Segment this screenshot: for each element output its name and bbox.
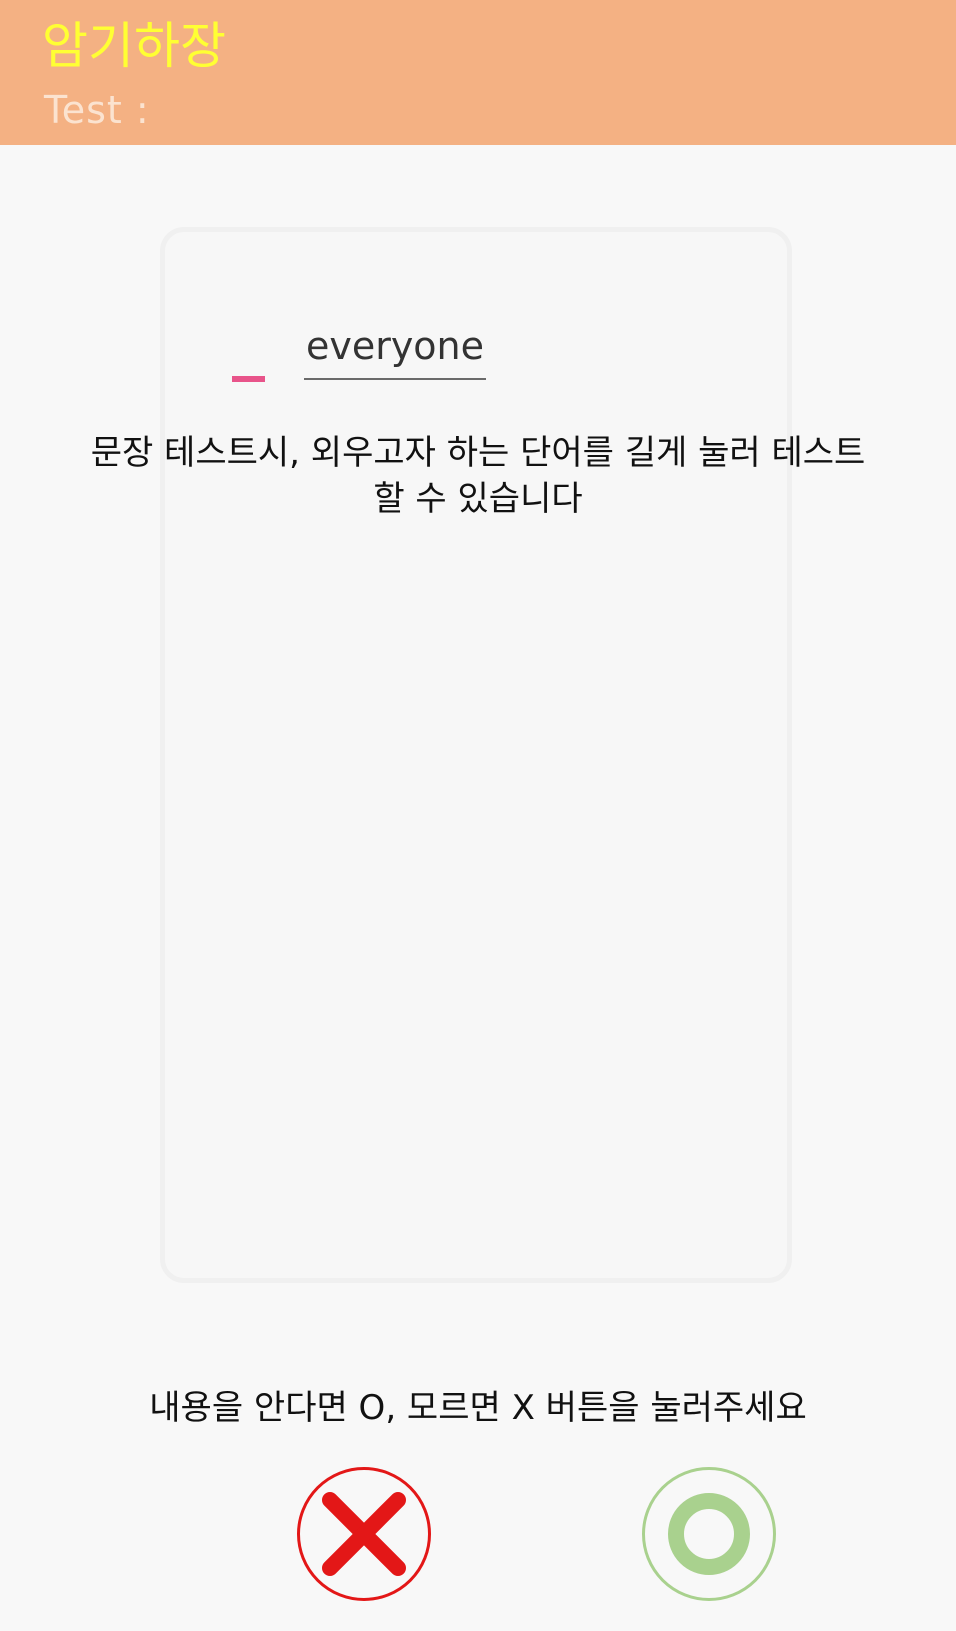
test-label: Test : bbox=[44, 88, 150, 132]
flash-card[interactable] bbox=[160, 227, 792, 1283]
app-header: 암기하장 Test : bbox=[0, 0, 956, 145]
know-button[interactable] bbox=[642, 1467, 776, 1601]
x-icon bbox=[322, 1492, 406, 1576]
instruction-text: 내용을 안다면 O, 모르면 X 버튼을 눌러주세요 bbox=[149, 1388, 807, 1428]
dont-know-button[interactable] bbox=[297, 1467, 431, 1601]
app-title: 암기하장 bbox=[42, 17, 226, 75]
hint-text: 문장 테스트시, 외우고자 하는 단어를 길게 눌러 테스트할 수 있습니다 bbox=[90, 433, 866, 519]
o-icon bbox=[668, 1493, 750, 1575]
word-field[interactable]: everyone bbox=[304, 318, 486, 380]
word-text: everyone bbox=[305, 324, 485, 368]
blank-marker bbox=[232, 376, 265, 382]
